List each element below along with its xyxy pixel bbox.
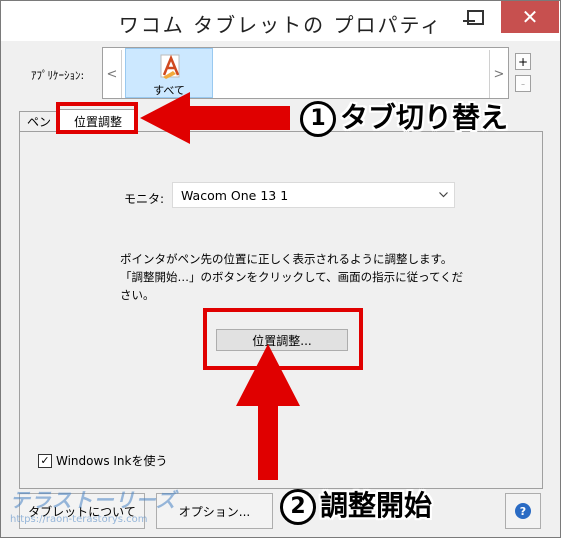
- step1-annotation: 1 タブ切り替え: [300, 96, 508, 137]
- annotation-overlay: [140, 92, 300, 480]
- step2-number: 2: [280, 489, 316, 525]
- tab-highlight-box: [56, 102, 138, 134]
- tab-arrow-icon: [140, 92, 290, 144]
- step1-number: 1: [300, 101, 336, 137]
- step2-text: 調整開始: [320, 489, 433, 522]
- step1-text: タブ切り替え: [340, 101, 509, 134]
- step2-annotation: 2 調整開始: [280, 484, 432, 525]
- button-highlight-box: [203, 308, 363, 370]
